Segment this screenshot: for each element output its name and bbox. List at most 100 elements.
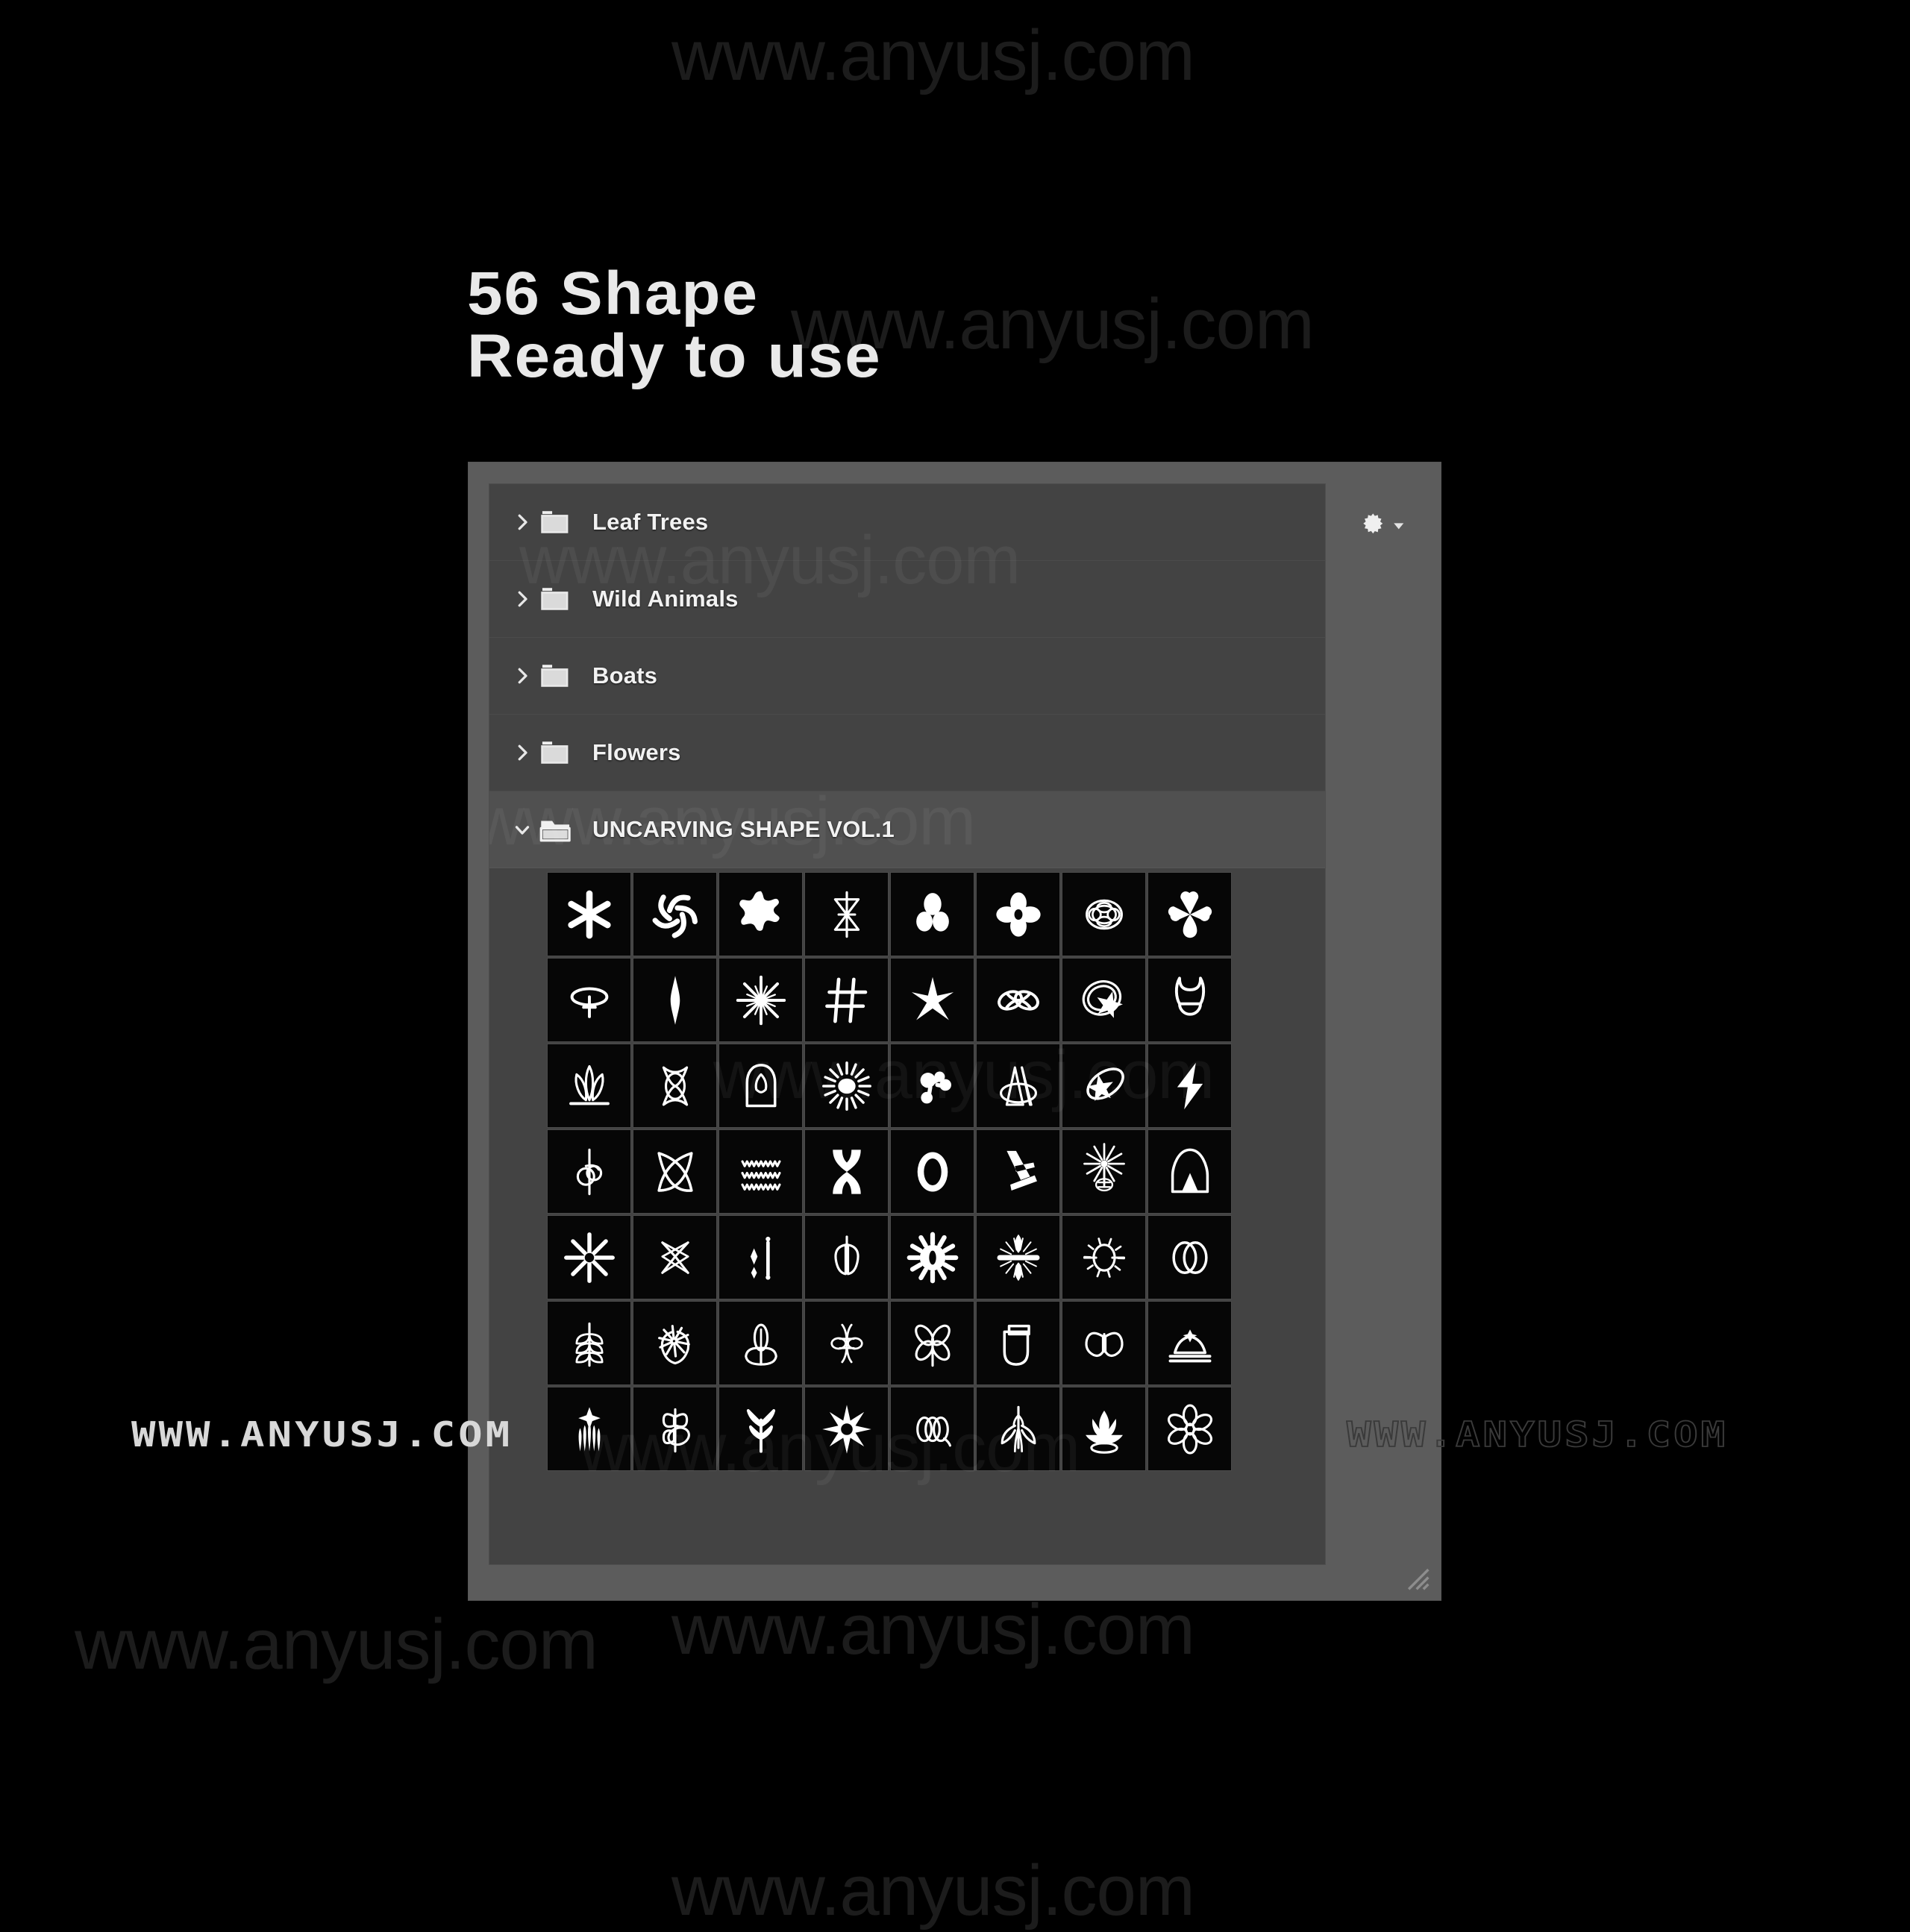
shape-cell-three-leaf-sprout-base[interactable] [547,1044,631,1128]
wheat-leaf-stalk-icon [574,1322,604,1367]
shape-cell-bowtie-lens-curve[interactable] [633,1129,717,1214]
folder-label: Flowers [592,739,681,765]
shape-cell-oval-ring-with-spark[interactable] [547,958,631,1042]
watermark-tile: www.anyusj.com [671,16,1195,95]
triple-zigzag-waves-icon [740,1159,781,1191]
eight-ray-star-center-dot-icon [563,1232,615,1283]
watermark-tile: www.anyusj.com [75,1605,598,1684]
folder-twisty[interactable] [506,741,539,764]
watermark-bottom-right: WWW.ANYUSJ.COM [1346,1414,1729,1455]
folder-twisty[interactable] [506,588,539,610]
shape-cell-six-point-asterisk-star[interactable] [547,872,631,956]
shape-cell-hourglass-butterfly-solid[interactable] [804,1129,889,1214]
pinwheel-leaf-stem-icon [662,1408,690,1452]
shape-cell-flame-crown-blossom[interactable] [1062,1387,1146,1471]
braided-insect-glyph-icon [830,1323,863,1363]
shape-cell-wheat-sprig-sprout[interactable] [718,1387,803,1471]
shape-cell-folded-shield-tag[interactable] [976,1301,1060,1385]
shape-cell-four-petal-dragonfly[interactable] [890,1301,974,1385]
shape-cell-hash-sparkle-grid[interactable] [804,958,889,1042]
folder-row-wild-animals[interactable]: Wild Animals [489,561,1325,638]
shape-cell-eight-point-gear-star[interactable] [804,1387,889,1471]
shape-cell-spiral-orbit-with-star[interactable] [1062,958,1146,1042]
shape-cell-star-in-ellipse-orbit[interactable] [1062,1044,1146,1128]
shape-cell-layered-oval-rosette[interactable] [1062,872,1146,956]
shape-cell-oval-ring-thick[interactable] [890,1129,974,1214]
shape-cell-double-loop-infinity-knot[interactable] [976,958,1060,1042]
key-ring-vertical-stem-icon [576,1148,602,1195]
shape-cell-eight-ray-star-center-dot[interactable] [547,1215,631,1299]
lightning-bolt-icon [1177,1062,1203,1109]
shape-cell-three-stroke-blades[interactable] [976,1129,1060,1214]
shape-cell-crown-on-base[interactable] [1147,1301,1232,1385]
shape-cell-pinwheel-leaf-stem[interactable] [633,1387,717,1471]
shape-cell-insect-antenna-spray[interactable] [976,1387,1060,1471]
panel-options-button[interactable] [1359,509,1405,543]
leaf-pair-shield-icon [833,1235,860,1275]
shape-cell-pinwheel-swirl-spiral[interactable] [633,872,717,956]
shape-cell-braided-insect-glyph[interactable] [804,1301,889,1385]
shape-cell-six-petal-daisy[interactable] [1147,1387,1232,1471]
shape-cell-four-drop-cross-bloom[interactable] [1147,872,1232,956]
shape-cell-starburst-seedhead[interactable] [1062,1129,1146,1214]
shape-cell-layered-sail-arcs[interactable] [976,1044,1060,1128]
shape-cell-dome-arch-with-cone[interactable] [1147,1129,1232,1214]
shape-cell-splash-blob-starfish[interactable] [718,872,803,956]
shape-cell-tulip-bud-outline[interactable] [1147,958,1232,1042]
shape-cell-five-point-shard-star[interactable] [890,958,974,1042]
folder-label: Leaf Trees [592,509,709,535]
watermark-bottom-left: WWW.ANYUSJ.COM [131,1414,513,1455]
shape-cell-lightning-bolt[interactable] [1147,1044,1232,1128]
eight-ray-sparkle-burst-icon [736,975,786,1025]
watermark-tile: www.anyusj.com [671,1590,1195,1669]
shape-cell-butterfly-outline[interactable] [1062,1301,1146,1385]
vertical-lens-spindle-icon [670,975,680,1025]
folder-twisty[interactable] [506,818,539,841]
shape-cell-leaf-pair-shield[interactable] [804,1215,889,1299]
folder-twisty[interactable] [506,511,539,533]
sun-with-eye-center-icon [907,1232,958,1283]
shape-cell-triple-interlocked-loops[interactable] [890,1387,974,1471]
shape-cell-wheat-leaf-stalk[interactable] [547,1301,631,1385]
shape-list-container: www.anyusj.com www.anyusj.com www.anyusj… [489,483,1326,1565]
shape-cell-hourglass-arrow-glyph[interactable] [804,872,889,956]
shape-cell-beetle-sun-outline[interactable] [1062,1215,1146,1299]
resize-grip-icon[interactable] [1399,1560,1430,1591]
folder-list: Leaf Trees Wild Animals Boats Flowers UNCARV… [489,484,1325,868]
folder-row-boats[interactable]: Boats [489,638,1325,715]
shape-cell-sun-with-eye-center[interactable] [890,1215,974,1299]
shape-cell-fish-eye-vesica-knot[interactable] [633,1044,717,1128]
shape-cell-key-ring-vertical-stem[interactable] [547,1129,631,1214]
folder-twisty[interactable] [506,665,539,687]
shape-cell-four-petal-flower-ring[interactable] [976,872,1060,956]
folder-row-uncarving-shape-vol-1[interactable]: UNCARVING SHAPE VOL.1 [489,791,1325,868]
flame-crown-blossom-icon [1085,1410,1123,1454]
shape-cell-triple-zigzag-waves[interactable] [718,1129,803,1214]
shape-cell-double-oval-rings[interactable] [1147,1215,1232,1299]
shape-cell-three-petal-clover[interactable] [890,872,974,956]
bowtie-lens-curve-icon [657,1151,693,1192]
gear-icon [1363,513,1383,534]
pinwheel-swirl-spiral-icon [652,894,698,938]
chevron-down-icon [1393,523,1403,530]
shape-cell-molecule-cluster-blob[interactable] [890,1044,974,1128]
butterfly-outline-icon [1084,1332,1124,1357]
shape-cell-eight-ray-sparkle-burst[interactable] [718,958,803,1042]
beetle-sun-outline-icon [1083,1237,1125,1278]
chevron-right-icon [518,668,527,684]
shape-cell-lotus-flame-bloom[interactable] [547,1387,631,1471]
chevron-down-icon [515,826,530,835]
folder-row-flowers[interactable]: Flowers [489,715,1325,791]
folded-shield-tag-icon [1003,1324,1030,1366]
shape-cell-radiant-sun-rays[interactable] [804,1044,889,1128]
shape-cell-lotus-bud-outline[interactable] [718,1301,803,1385]
folder-open-icon [539,821,571,842]
folder-row-leaf-trees[interactable]: Leaf Trees [489,484,1325,561]
shape-cell-vertical-lens-spindle[interactable] [633,958,717,1042]
shape-cell-seed-pod-droplet-dome[interactable] [718,1044,803,1128]
shape-cell-spindle-cross-feather[interactable] [976,1215,1060,1299]
shape-cell-spark-exclamation-pair[interactable] [718,1215,803,1299]
shape-cell-woven-diamond-lattice[interactable] [633,1215,717,1299]
layered-oval-rosette-icon [1085,899,1123,929]
shape-cell-starburst-on-leaf[interactable] [633,1301,717,1385]
